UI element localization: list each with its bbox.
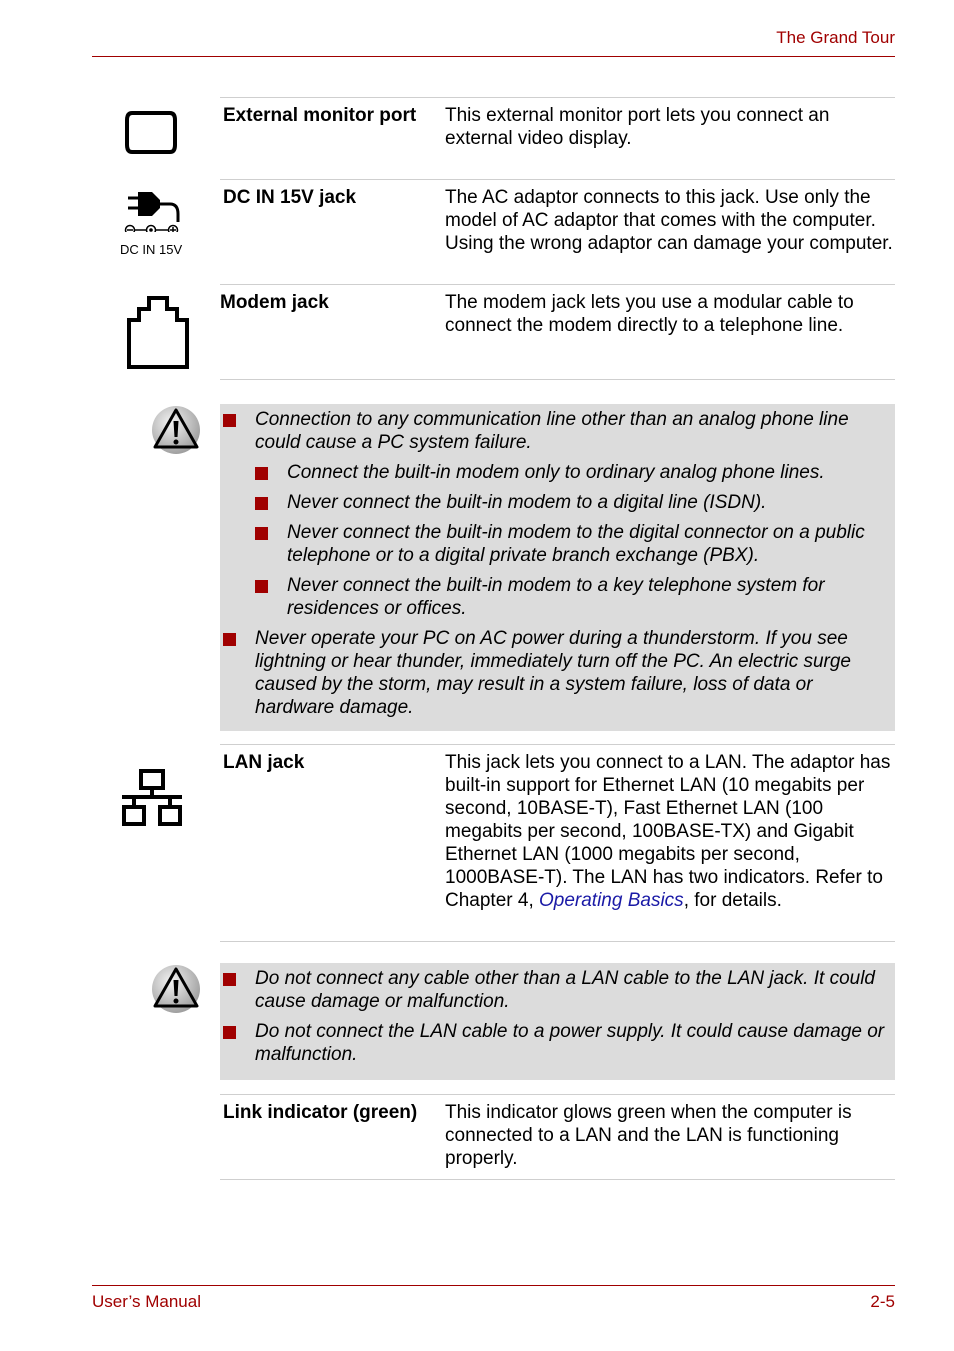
dc-in-icon: [124, 192, 180, 232]
page-number: 2-5: [870, 1292, 895, 1311]
bullet-square-icon: [223, 973, 236, 986]
port-term: Link indicator (green): [223, 1102, 418, 1123]
port-desc: This indicator glows green when the comp…: [445, 1102, 852, 1169]
port-desc: The AC adaptor connects to this jack. Us…: [445, 187, 893, 254]
port-desc: The modem jack lets you use a modular ca…: [445, 292, 854, 336]
warning-icon: [152, 406, 200, 454]
warning-item: Never connect the built-in modem to a ke…: [220, 574, 895, 620]
lan-desc-text: This jack lets you connect to a LAN. The…: [445, 752, 891, 911]
port-row-dc-in: DC IN 15V jack The AC adaptor connects t…: [220, 179, 895, 285]
warning-item-text: Never connect the built-in modem to a ke…: [287, 575, 825, 619]
warning-item: Never connect the built-in modem to the …: [220, 521, 895, 567]
bullet-square-icon: [223, 414, 236, 427]
bullet-square-icon: [255, 580, 268, 593]
warning-item: Do not connect any cable other than a LA…: [220, 967, 895, 1013]
bullet-square-icon: [255, 527, 268, 540]
warning-item-text: Do not connect the LAN cable to a power …: [255, 1021, 885, 1065]
warning-icon: [152, 965, 200, 1013]
dc-in-icon-label: DC IN 15V: [120, 242, 183, 257]
port-term: DC IN 15V jack: [223, 187, 357, 208]
footer-rule: [92, 1285, 895, 1286]
port-term: Modem jack: [220, 292, 329, 313]
external-monitor-icon: [125, 111, 177, 154]
modem-jack-icon: [127, 296, 189, 369]
lan-desc-tail: , for details.: [683, 890, 782, 911]
warning-item: Connection to any communication line oth…: [220, 408, 895, 454]
warning-item-text: Never connect the built-in modem to the …: [287, 522, 865, 566]
warning-item-text: Never connect the built-in modem to a di…: [287, 492, 767, 513]
warning-item-text: Connect the built-in modem only to ordin…: [287, 462, 825, 483]
bullet-square-icon: [223, 633, 236, 646]
warning-item: Do not connect the LAN cable to a power …: [220, 1020, 895, 1066]
port-desc: This jack lets you connect to a LAN. The…: [445, 751, 895, 912]
port-row-external-monitor: External monitor port This external moni…: [220, 97, 895, 180]
footer-manual-title: User’s Manual: [92, 1292, 201, 1311]
port-term: External monitor port: [223, 105, 417, 126]
lan-warning-box: Do not connect any cable other than a LA…: [220, 963, 895, 1080]
bullet-square-icon: [255, 497, 268, 510]
port-row-link-indicator: Link indicator (green) This indicator gl…: [220, 1094, 895, 1180]
warning-item: Connect the built-in modem only to ordin…: [220, 461, 895, 484]
bullet-square-icon: [255, 467, 268, 480]
port-term: LAN jack: [223, 752, 305, 773]
bullet-square-icon: [223, 1026, 236, 1039]
port-row-lan: LAN jack This jack lets you connect to a…: [220, 744, 895, 942]
modem-warning-box: Connection to any communication line oth…: [220, 404, 895, 731]
operating-basics-link[interactable]: Operating Basics: [539, 890, 684, 911]
port-row-modem: Modem jack The modem jack lets you use a…: [220, 284, 895, 380]
warning-item-text: Connection to any communication line oth…: [255, 409, 849, 453]
warning-item: Never operate your PC on AC power during…: [220, 627, 895, 719]
warning-item-text: Never operate your PC on AC power during…: [255, 628, 851, 718]
port-desc: This external monitor port lets you conn…: [445, 105, 830, 149]
header-title: The Grand Tour: [776, 28, 895, 47]
lan-jack-icon: [122, 769, 182, 826]
warning-item-text: Do not connect any cable other than a LA…: [255, 968, 875, 1012]
header-rule: [92, 56, 895, 57]
warning-item: Never connect the built-in modem to a di…: [220, 491, 895, 514]
